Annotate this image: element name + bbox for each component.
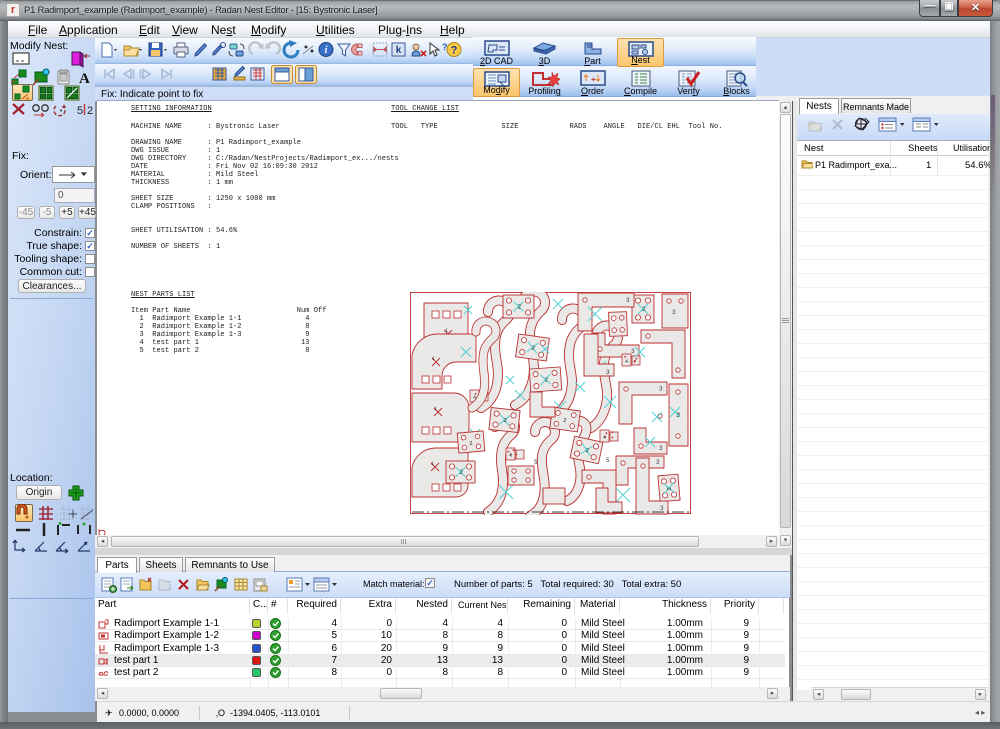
svg-text:1: 1 (434, 406, 437, 412)
svg-text:?: ? (451, 45, 458, 57)
svg-text:3: 3 (631, 348, 635, 355)
svg-text:3: 3 (660, 505, 664, 512)
svg-text:1: 1 (431, 461, 434, 467)
svg-text:1: 1 (432, 356, 435, 362)
svg-text:3: 3 (659, 386, 663, 393)
svg-text:4: 4 (509, 453, 512, 459)
svg-text:2: 2 (87, 105, 93, 117)
svg-text:+: + (591, 75, 596, 84)
svg-text:2: 2 (642, 306, 646, 313)
svg-text:i: i (325, 45, 328, 56)
svg-text:5: 5 (77, 105, 83, 117)
svg-text:3: 3 (672, 309, 676, 316)
svg-text:k: k (396, 45, 402, 56)
svg-text:5: 5 (534, 459, 538, 466)
svg-text:2: 2 (518, 304, 522, 311)
svg-text:2: 2 (460, 469, 464, 476)
svg-text:3: 3 (656, 459, 660, 466)
svg-text:3: 3 (659, 445, 663, 452)
svg-text:3: 3 (626, 297, 630, 304)
svg-text:4: 4 (603, 435, 606, 441)
svg-text:4: 4 (625, 359, 628, 365)
svg-text:3: 3 (606, 369, 610, 376)
svg-text:1: 1 (445, 328, 448, 334)
svg-text:5: 5 (606, 457, 610, 464)
